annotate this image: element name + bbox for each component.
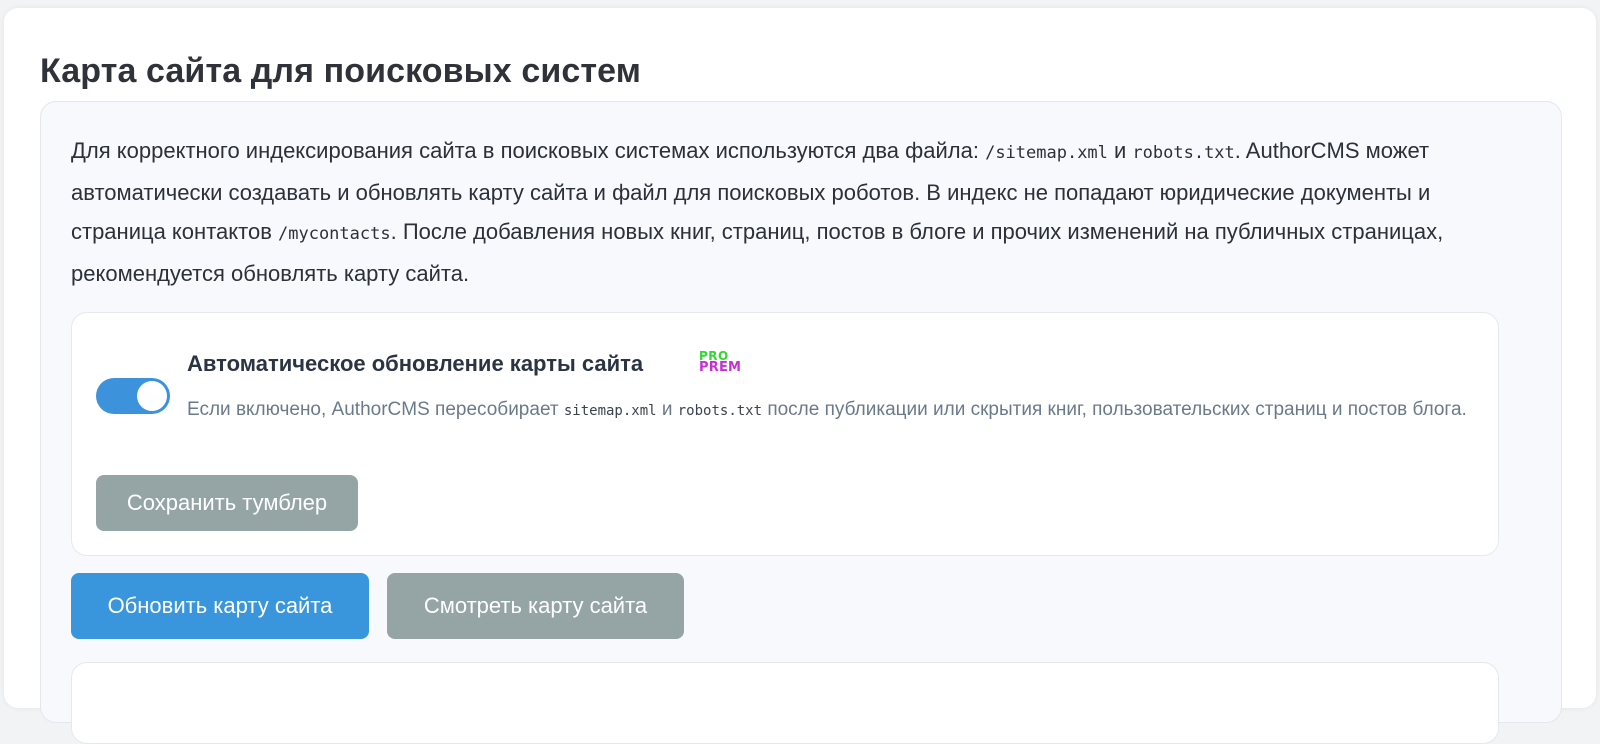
view-sitemap-button[interactable]: Смотреть карту сайта [387, 573, 684, 639]
robots-file: robots.txt [1132, 143, 1235, 163]
intro-text: Для корректного индексирования сайта в п… [71, 131, 1511, 293]
intro-and: и [1107, 138, 1133, 163]
contacts-path: /mycontacts [278, 224, 391, 244]
auto-update-title: Автоматическое обновление карты сайта [187, 351, 644, 376]
desc-and: и [656, 399, 678, 420]
auto-update-setting: Автоматическое обновление карты сайта PR… [71, 312, 1499, 556]
desc-part-1: Если включено, AuthorCMS пересобирает [187, 399, 564, 420]
page-title: Карта сайта для поисковых систем [40, 52, 641, 90]
desc-sitemap-file: sitemap.xml [563, 403, 657, 419]
next-section-panel [71, 662, 1499, 744]
save-toggle-button[interactable]: Сохранить тумблер [96, 475, 358, 531]
update-sitemap-button[interactable]: Обновить карту сайта [71, 573, 369, 639]
toggle-knob [137, 381, 167, 411]
sitemap-card: Карта сайта для поисковых систем Для кор… [4, 8, 1596, 744]
auto-update-toggle[interactable] [96, 378, 170, 414]
plan-badges: PRO PREM [699, 350, 751, 380]
auto-update-description: Если включено, AuthorCMS пересобирает si… [187, 395, 1467, 426]
desc-part-2: после публикации или скрытия книг, польз… [762, 399, 1467, 420]
sitemap-path: /sitemap.xml [985, 143, 1108, 163]
sitemap-panel: Для корректного индексирования сайта в п… [40, 101, 1562, 744]
prem-badge: PREM [699, 360, 742, 375]
intro-part-1: Для корректного индексирования сайта в п… [71, 138, 986, 163]
desc-robots-file: robots.txt [677, 403, 763, 419]
